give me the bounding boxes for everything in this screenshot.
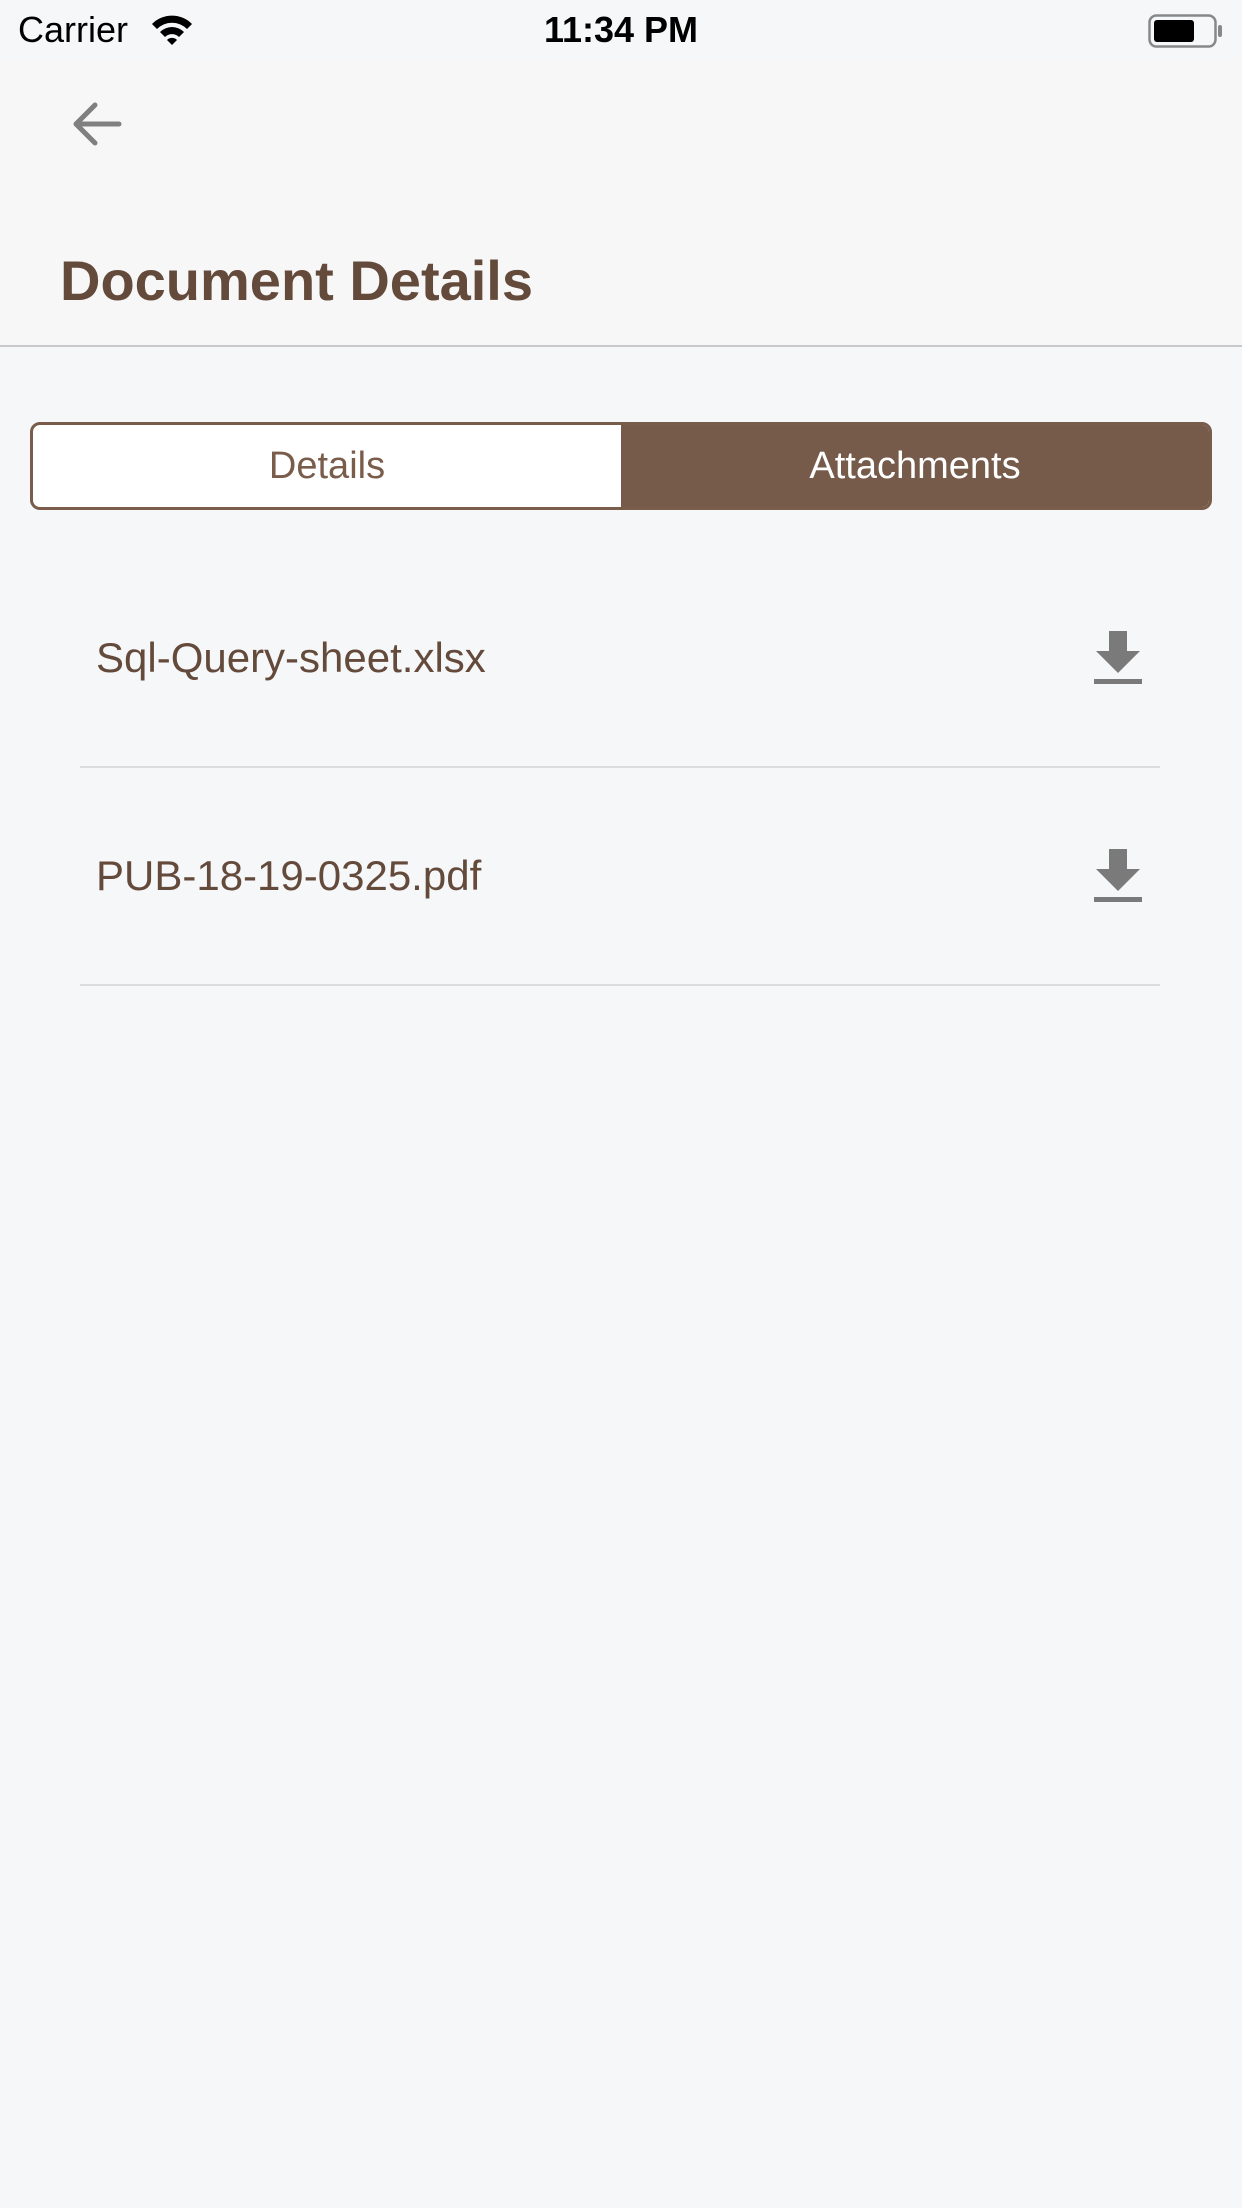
- battery-icon: [1148, 14, 1224, 48]
- page-title: Document Details: [60, 249, 533, 312]
- attachment-item[interactable]: PUB-18-19-0325.pdf: [80, 768, 1160, 986]
- navigation-bar: Document Details: [0, 60, 1242, 347]
- download-button[interactable]: [1078, 618, 1158, 698]
- download-icon: [1094, 631, 1142, 684]
- attachment-item[interactable]: Sql-Query-sheet.xlsx: [80, 550, 1160, 768]
- tab-attachments[interactable]: Attachments: [621, 425, 1209, 507]
- segmented-control: Details Attachments: [30, 422, 1212, 510]
- status-time: 11:34 PM: [543, 9, 699, 50]
- tab-details[interactable]: Details: [33, 425, 621, 507]
- arrow-left-icon: [73, 102, 122, 146]
- status-bar: Carrier 11:34 PM: [0, 0, 1242, 60]
- attachments-list: Sql-Query-sheet.xlsx PUB-18-19-0325.pdf: [80, 550, 1160, 986]
- download-button[interactable]: [1078, 836, 1158, 916]
- back-button[interactable]: [60, 92, 132, 156]
- attachment-name: Sql-Query-sheet.xlsx: [96, 634, 486, 681]
- attachment-name: PUB-18-19-0325.pdf: [96, 852, 482, 899]
- download-icon: [1094, 849, 1142, 902]
